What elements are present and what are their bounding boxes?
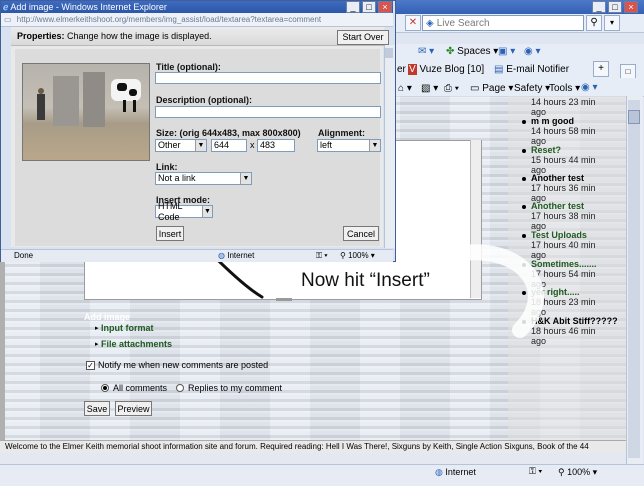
properties-heading: Properties: Change how the image is disp…	[17, 31, 212, 41]
properties-label: Properties:	[17, 31, 65, 41]
alignment-label: Alignment:	[318, 128, 365, 138]
dialog-scrollbar-thumb[interactable]	[385, 48, 393, 58]
cancel-button[interactable]: Cancel	[343, 226, 379, 241]
start-over-button[interactable]: Start Over	[337, 30, 389, 45]
insert-mode-value: HTML Code	[158, 200, 183, 222]
dialog-window-controls: _ □ ×	[346, 1, 392, 13]
chevron-down-icon: ▼	[369, 140, 380, 151]
dialog-title: Add image - Windows Internet Explorer	[10, 2, 167, 12]
title-label: Title (optional):	[156, 62, 221, 72]
alignment-select[interactable]: left ▼	[317, 139, 381, 152]
dialog-zoom-label: 100%	[348, 251, 369, 260]
link-select[interactable]: Not a link ▼	[155, 172, 252, 185]
insert-mode-select[interactable]: HTML Code ▼	[155, 201, 213, 222]
dialog-scrollbar[interactable]	[384, 45, 395, 248]
alignment-value: left	[320, 140, 333, 150]
dialog-maximize-button[interactable]: □	[362, 1, 376, 13]
dialog-url: http://www.elmerkeithshoot.org/members/i…	[16, 15, 322, 24]
page-icon: ▭	[4, 15, 12, 24]
shooter-figure	[37, 94, 45, 120]
cow-figure	[111, 79, 141, 101]
chevron-down-icon: ▼	[195, 140, 206, 151]
dialog-status-zone: ◍ Internet	[218, 251, 254, 260]
dialog-close-button[interactable]: ×	[378, 1, 392, 13]
width-input[interactable]: 644	[211, 139, 247, 152]
dialog-zoom-control[interactable]: ⚲ 100% ▾	[340, 251, 375, 260]
properties-description: Change how the image is displayed.	[67, 31, 212, 41]
chevron-down-icon: ▼	[240, 173, 251, 184]
insert-button[interactable]: Insert	[156, 226, 184, 241]
link-label: Link:	[156, 162, 178, 172]
annotation-text: Now hit “Insert”	[301, 270, 430, 291]
size-label: Size: (orig 644x483, max 800x800)	[156, 128, 301, 138]
ie-icon: ℯ	[3, 2, 9, 12]
description-input[interactable]	[155, 106, 381, 118]
link-value: Not a link	[158, 173, 196, 183]
size-separator: x	[250, 140, 255, 150]
dialog-minimize-button[interactable]: _	[346, 1, 360, 13]
zoom-icon: ⚲	[340, 251, 346, 260]
title-input[interactable]	[155, 72, 381, 84]
height-input[interactable]: 483	[257, 139, 295, 152]
annotation-swoosh	[442, 244, 544, 338]
dialog-title-bar: ℯ Add image - Windows Internet Explorer	[1, 1, 393, 13]
target-board	[83, 72, 105, 127]
dialog-address-bar: ▭ http://www.elmerkeithshoot.org/members…	[1, 13, 393, 27]
size-preset-value: Other	[158, 140, 181, 150]
status-done: Done	[14, 251, 34, 260]
target-board	[53, 76, 79, 126]
size-preset-select[interactable]: Other ▼	[155, 139, 207, 152]
globe-icon: ◍	[218, 251, 225, 260]
chevron-down-icon: ▼	[201, 206, 212, 217]
dialog-status-bar	[1, 249, 393, 262]
description-label: Description (optional):	[156, 95, 252, 105]
dialog-zone-label: Internet	[227, 251, 255, 260]
image-thumbnail	[22, 63, 150, 161]
dialog-protected-mode-icon[interactable]: ⚿ ▾	[316, 251, 328, 261]
